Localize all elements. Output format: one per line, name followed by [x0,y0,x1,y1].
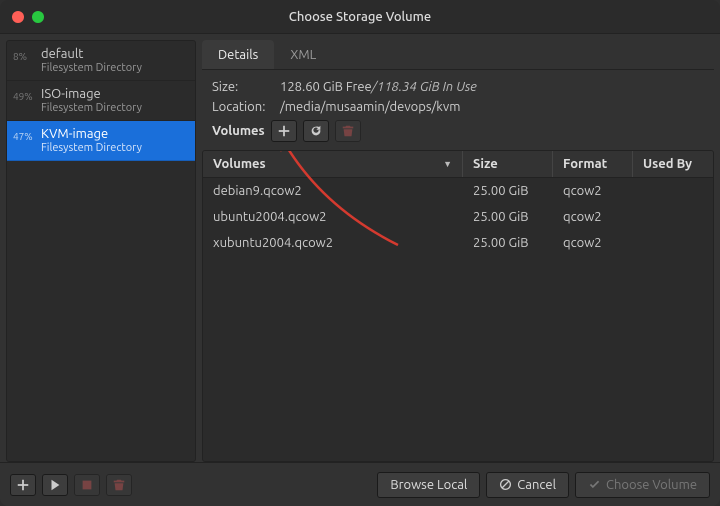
col-format[interactable]: Format [553,151,633,177]
pool-name: ISO-image [41,87,187,101]
dialog-footer: Browse Local Cancel Choose Volume [0,462,720,506]
add-pool-button[interactable] [10,474,36,496]
col-used-by[interactable]: Used By [633,151,713,177]
window-controls [0,11,44,23]
volumes-toolbar: Volumes [212,120,704,142]
pool-usage-pct: 47% [13,131,33,142]
cell-size: 25.00 GiB [463,234,553,252]
tab-details[interactable]: Details [202,40,274,69]
pool-item-iso-image[interactable]: 49% ISO-image Filesystem Directory [7,81,195,121]
sort-desc-icon: ▼ [443,159,452,169]
cell-name: debian9.qcow2 [203,182,463,200]
table-row[interactable]: ubuntu2004.qcow2 25.00 GiB qcow2 [203,204,713,230]
delete-volume-button[interactable] [335,120,361,142]
tab-xml[interactable]: XML [274,40,332,69]
cell-size: 25.00 GiB [463,208,553,226]
cell-format: qcow2 [553,208,633,226]
pool-usage-pct: 8% [13,51,27,62]
pool-item-default[interactable]: 8% default Filesystem Directory [7,41,195,81]
storage-pool-sidebar: 8% default Filesystem Directory 49% ISO-… [6,40,196,462]
storage-pool-list: 8% default Filesystem Directory 49% ISO-… [6,40,196,462]
main-panel: Details XML Size: 128.60 GiB Free / 118.… [202,40,714,462]
size-inuse: 118.34 GiB In Use [377,80,477,94]
col-volumes-label: Volumes [213,157,266,171]
cell-used-by [633,234,713,252]
refresh-button[interactable] [303,120,329,142]
cell-used-by [633,208,713,226]
pool-name: default [41,47,187,61]
cell-used-by [633,182,713,200]
pool-type: Filesystem Directory [41,62,187,74]
browse-local-button[interactable]: Browse Local [377,472,480,498]
pool-usage-pct: 49% [13,91,33,102]
cell-name: ubuntu2004.qcow2 [203,208,463,226]
size-free: 128.60 GiB Free [280,80,372,94]
cell-format: qcow2 [553,234,633,252]
table-body: debian9.qcow2 25.00 GiB qcow2 ubuntu2004… [203,178,713,256]
table-row[interactable]: xubuntu2004.qcow2 25.00 GiB qcow2 [203,230,713,256]
plus-icon [277,124,291,138]
check-icon [588,478,601,491]
start-pool-button[interactable] [42,474,68,496]
location-label: Location: [212,100,280,114]
details-section: Size: 128.60 GiB Free / 118.34 GiB In Us… [202,70,714,142]
maximize-icon[interactable] [32,11,44,23]
trash-icon [341,124,355,138]
tab-bar: Details XML [202,40,714,70]
location-row: Location: /media/musaamin/devops/kvm [212,100,704,114]
pool-type: Filesystem Directory [41,102,187,114]
dialog-body: 8% default Filesystem Directory 49% ISO-… [0,34,720,462]
pool-name: KVM-image [41,127,187,141]
dialog-window: Choose Storage Volume 8% default Filesys… [0,0,720,506]
volumes-table: Volumes ▼ Size Format Used By debian9.qc… [202,150,714,462]
cancel-icon [499,478,512,491]
col-size[interactable]: Size [463,151,553,177]
size-row: Size: 128.60 GiB Free / 118.34 GiB In Us… [212,80,704,94]
cancel-button[interactable]: Cancel [486,472,569,498]
play-icon [48,478,62,492]
close-icon[interactable] [12,11,24,23]
trash-icon [112,478,126,492]
size-label: Size: [212,80,280,94]
table-header: Volumes ▼ Size Format Used By [203,151,713,178]
col-volumes[interactable]: Volumes ▼ [203,151,463,177]
refresh-icon [309,124,323,138]
table-row[interactable]: debian9.qcow2 25.00 GiB qcow2 [203,178,713,204]
add-volume-button[interactable] [271,120,297,142]
stop-icon [80,478,94,492]
pool-type: Filesystem Directory [41,142,187,154]
choose-label: Choose Volume [606,478,697,492]
volumes-label: Volumes [212,124,265,138]
pool-item-kvm-image[interactable]: 47% KVM-image Filesystem Directory [7,121,195,161]
cancel-label: Cancel [517,478,556,492]
cell-name: xubuntu2004.qcow2 [203,234,463,252]
titlebar: Choose Storage Volume [0,0,720,34]
cell-format: qcow2 [553,182,633,200]
plus-icon [16,478,30,492]
window-title: Choose Storage Volume [0,10,720,24]
location-value: /media/musaamin/devops/kvm [280,100,460,114]
cell-size: 25.00 GiB [463,182,553,200]
delete-pool-button[interactable] [106,474,132,496]
stop-pool-button[interactable] [74,474,100,496]
choose-volume-button[interactable]: Choose Volume [575,472,710,498]
